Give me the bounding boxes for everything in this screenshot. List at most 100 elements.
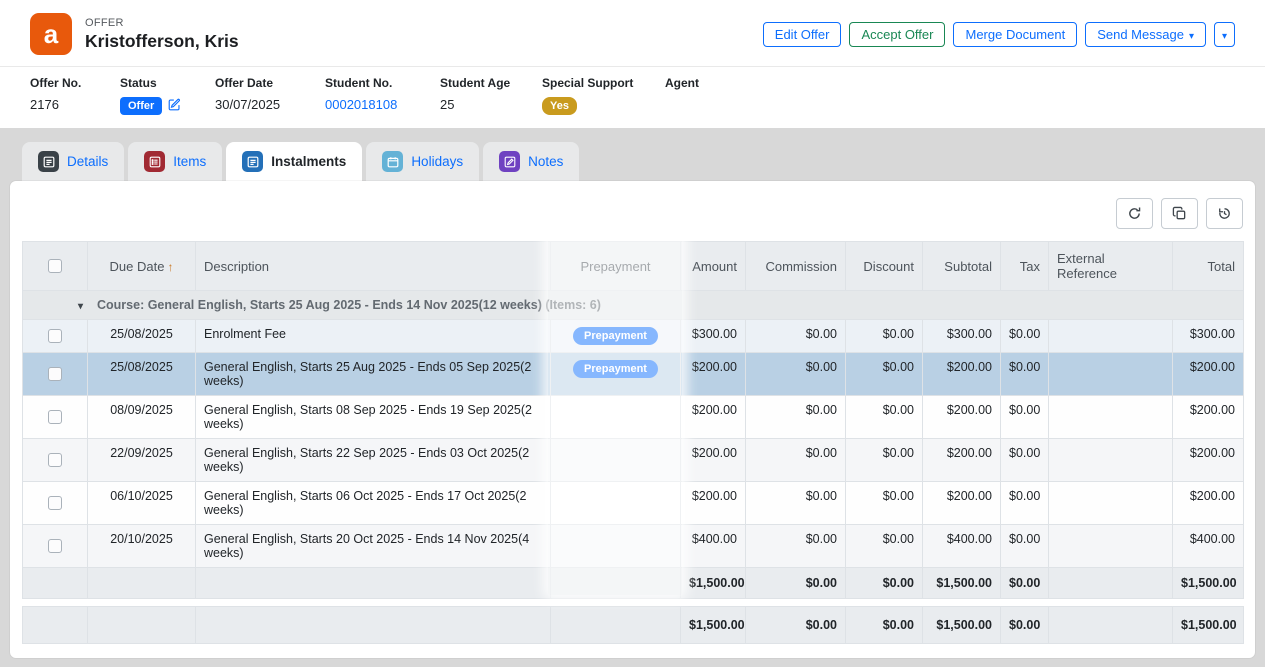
instalments-table: Due Date↑ Description Prepayment Amount … — [22, 241, 1244, 599]
page-header: a OFFER Kristofferson, Kris Edit Offer A… — [0, 0, 1265, 128]
cell-subtotal: $300.00 — [923, 320, 1001, 353]
row-checkbox[interactable] — [48, 367, 62, 381]
group-total-discount: $0.00 — [846, 568, 923, 599]
cell-tax: $0.00 — [1001, 439, 1049, 482]
cell-due-date: 25/08/2025 — [88, 353, 196, 396]
student-no-link[interactable]: 0002018108 — [325, 97, 397, 112]
student-age-field: Student Age 25 — [440, 76, 542, 115]
cell-total: $400.00 — [1173, 525, 1244, 568]
row-checkbox[interactable] — [48, 496, 62, 510]
tab-label: Holidays — [411, 154, 463, 169]
col-external-reference[interactable]: External Reference — [1049, 242, 1173, 291]
grand-total-discount: $0.00 — [846, 607, 923, 644]
col-tax[interactable]: Tax — [1001, 242, 1049, 291]
tab-details[interactable]: Details — [22, 142, 124, 181]
special-support-badge: Yes — [542, 97, 577, 115]
agent-field: Agent — [665, 76, 785, 115]
tab-label: Details — [67, 154, 108, 169]
cell-description: General English, Starts 20 Oct 2025 - En… — [196, 525, 551, 568]
send-message-label: Send Message — [1097, 27, 1184, 42]
row-checkbox[interactable] — [48, 410, 62, 424]
chevron-down-icon: ▾ — [1222, 31, 1227, 42]
group-total-total: $1,500.00 — [1173, 568, 1244, 599]
tab-items[interactable]: Items — [128, 142, 222, 181]
cell-due-date: 25/08/2025 — [88, 320, 196, 353]
col-subtotal[interactable]: Subtotal — [923, 242, 1001, 291]
row-checkbox[interactable] — [48, 453, 62, 467]
cell-due-date: 22/09/2025 — [88, 439, 196, 482]
refresh-button[interactable] — [1116, 198, 1153, 229]
grand-total-commission: $0.00 — [746, 607, 846, 644]
app-logo-icon: a — [30, 13, 72, 55]
col-commission[interactable]: Commission — [746, 242, 846, 291]
cell-commission: $0.00 — [746, 396, 846, 439]
chevron-down-icon: ▾ — [1189, 31, 1194, 42]
group-total-commission: $0.00 — [746, 568, 846, 599]
offer-identity: OFFER Kristofferson, Kris — [85, 17, 239, 52]
grand-total-subtotal: $1,500.00 — [923, 607, 1001, 644]
group-total-tax: $0.00 — [1001, 568, 1049, 599]
edit-offer-button[interactable]: Edit Offer — [763, 22, 842, 47]
col-discount[interactable]: Discount — [846, 242, 923, 291]
cell-tax: $0.00 — [1001, 353, 1049, 396]
cell-total: $200.00 — [1173, 439, 1244, 482]
grid-toolbar — [10, 181, 1255, 241]
page-title: Kristofferson, Kris — [85, 31, 239, 52]
col-description[interactable]: Description — [196, 242, 551, 291]
course-group-row: ▾Course: General English, Starts 25 Aug … — [23, 291, 1244, 320]
accept-offer-button[interactable]: Accept Offer — [849, 22, 945, 47]
table-row: 06/10/2025 General English, Starts 06 Oc… — [23, 482, 1244, 525]
agent-label: Agent — [665, 76, 785, 90]
offer-tabs: Details Items Instalments Holidays Notes — [0, 142, 1265, 181]
row-checkbox[interactable] — [48, 539, 62, 553]
row-checkbox[interactable] — [48, 329, 62, 343]
holidays-icon — [382, 151, 403, 172]
header-top-row: a OFFER Kristofferson, Kris Edit Offer A… — [0, 0, 1265, 66]
prepayment-badge[interactable]: Prepayment — [573, 360, 658, 378]
cell-subtotal: $200.00 — [923, 439, 1001, 482]
tab-instalments[interactable]: Instalments — [226, 142, 362, 181]
cell-amount: $300.00 — [681, 320, 746, 353]
edit-status-icon[interactable] — [168, 98, 181, 114]
col-prepayment[interactable]: Prepayment — [551, 242, 681, 291]
col-amount[interactable]: Amount — [681, 242, 746, 291]
col-due-date[interactable]: Due Date↑ — [88, 242, 196, 291]
cell-description: General English, Starts 25 Aug 2025 - En… — [196, 353, 551, 396]
cell-tax: $0.00 — [1001, 320, 1049, 353]
table-row: 25/08/2025 Enrolment Fee Prepayment $300… — [23, 320, 1244, 353]
history-button[interactable] — [1206, 198, 1243, 229]
cell-amount: $200.00 — [681, 439, 746, 482]
select-all-checkbox[interactable] — [48, 259, 62, 273]
cell-commission: $0.00 — [746, 525, 846, 568]
refresh-icon — [1127, 206, 1142, 221]
table-row: 20/10/2025 General English, Starts 20 Oc… — [23, 525, 1244, 568]
offer-date-label: Offer Date — [215, 76, 325, 90]
table-header-row: Due Date↑ Description Prepayment Amount … — [23, 242, 1244, 291]
items-icon — [144, 151, 165, 172]
offer-info-bar: Offer No. 2176 Status Offer Offer Date 3… — [0, 66, 1265, 128]
tab-holidays[interactable]: Holidays — [366, 142, 479, 181]
cell-total: $200.00 — [1173, 353, 1244, 396]
tab-label: Items — [173, 154, 206, 169]
details-icon — [38, 151, 59, 172]
table-row: 22/09/2025 General English, Starts 22 Se… — [23, 439, 1244, 482]
cell-total: $300.00 — [1173, 320, 1244, 353]
collapse-group-icon[interactable]: ▾ — [23, 301, 97, 312]
group-total-amount: $1,500.00 — [681, 568, 746, 599]
history-icon — [1217, 206, 1232, 221]
cell-description: General English, Starts 08 Sep 2025 - En… — [196, 396, 551, 439]
prepayment-badge[interactable]: Prepayment — [573, 327, 658, 345]
more-actions-button[interactable]: ▾ — [1214, 22, 1235, 47]
student-no-label: Student No. — [325, 76, 440, 90]
copy-button[interactable] — [1161, 198, 1198, 229]
notes-icon — [499, 151, 520, 172]
cell-tax: $0.00 — [1001, 396, 1049, 439]
cell-external-reference — [1049, 353, 1173, 396]
cell-amount: $200.00 — [681, 353, 746, 396]
tab-notes[interactable]: Notes — [483, 142, 579, 181]
cell-amount: $400.00 — [681, 525, 746, 568]
col-total[interactable]: Total — [1173, 242, 1244, 291]
merge-document-button[interactable]: Merge Document — [953, 22, 1077, 47]
send-message-button[interactable]: Send Message ▾ — [1085, 22, 1206, 47]
grand-total-tax: $0.00 — [1001, 607, 1049, 644]
